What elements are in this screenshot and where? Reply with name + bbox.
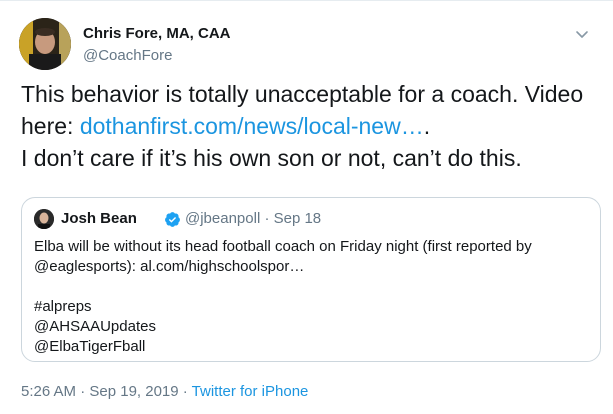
tweet-text-fragment: here: — [21, 113, 80, 139]
author-name[interactable]: Chris Fore, MA, CAA — [83, 25, 231, 42]
tweet-line: I don’t care if it’s his own son or not,… — [21, 145, 522, 171]
verified-badge-icon — [165, 212, 180, 227]
tweet-meta: 5:26 AM · Sep 19, 2019 · Twitter for iPh… — [21, 383, 308, 400]
quoted-text: Elba will be without its head football c… — [34, 237, 589, 357]
divider — [0, 0, 613, 1]
tweet-line: This behavior is totally unacceptable fo… — [21, 81, 584, 107]
source-link[interactable]: Twitter for iPhone — [192, 383, 309, 400]
tweet-line: here: dothanfirst.com/news/local-new…. — [21, 110, 601, 142]
quoted-author-avatar — [34, 209, 54, 229]
quoted-line: @AHSAAUpdates — [34, 318, 156, 335]
author-avatar[interactable] — [19, 18, 71, 70]
quoted-blank-line — [34, 277, 589, 297]
tweet-text: This behavior is totally unacceptable fo… — [21, 78, 601, 174]
quoted-author-name: Josh Bean — [61, 210, 137, 227]
article-link[interactable]: dothanfirst.com/news/local-new… — [80, 113, 424, 139]
quoted-line: @eaglesports): al.com/highschoolspor… — [34, 258, 305, 275]
quoted-line: Elba will be without its head football c… — [34, 238, 532, 255]
timestamp[interactable]: 5:26 AM · Sep 19, 2019 · — [21, 383, 192, 400]
tweet-text-fragment: . — [423, 113, 431, 139]
author-handle[interactable]: @CoachFore — [83, 47, 172, 64]
quoted-tweet[interactable]: Josh Bean @jbeanpoll · Sep 18 Elba will … — [21, 197, 601, 362]
quoted-line: @ElbaTigerFball — [34, 338, 146, 355]
tweet-card: Chris Fore, MA, CAA @CoachFore This beha… — [0, 0, 613, 414]
quoted-handle-date: @jbeanpoll · Sep 18 — [185, 210, 322, 227]
chevron-down-icon[interactable] — [574, 26, 590, 42]
quoted-line: #alpreps — [34, 298, 92, 315]
